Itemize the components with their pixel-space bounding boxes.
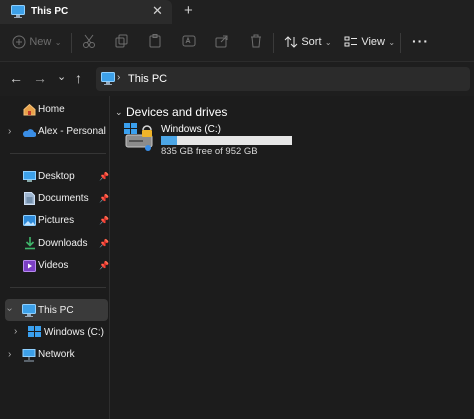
separator [273, 33, 274, 53]
sort-button[interactable]: Sort ⌄ [284, 34, 332, 49]
breadcrumb-chevron-icon[interactable]: › [117, 72, 120, 83]
chevron-down-icon: ⌄ [54, 38, 62, 47]
group-collapse-chevron-icon[interactable]: ⌄ [115, 107, 123, 118]
view-button[interactable]: View ⌄ [344, 34, 395, 49]
divider [10, 153, 106, 154]
sort-icon [284, 36, 298, 48]
copy-icon[interactable] [115, 34, 129, 51]
drive-usage-fill [161, 136, 178, 145]
pin-icon[interactable]: 📌 [99, 194, 109, 203]
rename-icon[interactable] [182, 34, 196, 51]
pin-icon[interactable]: 📌 [99, 216, 109, 225]
this-pc-icon [22, 304, 36, 320]
home-icon [23, 103, 36, 119]
documents-icon [24, 192, 35, 208]
close-tab-icon[interactable]: ✕ [152, 3, 163, 19]
pictures-icon [23, 215, 36, 229]
sidebar-item-network[interactable]: Network [38, 349, 75, 360]
tab-title: This PC [31, 6, 69, 17]
pin-icon[interactable]: 📌 [99, 172, 109, 181]
view-label: View [361, 36, 385, 48]
view-icon [344, 36, 357, 47]
new-button[interactable]: New ⌄ [12, 34, 61, 49]
network-icon [22, 349, 36, 365]
more-options-icon[interactable]: ··· [412, 33, 429, 49]
back-arrow-icon[interactable]: ← [9, 70, 23, 86]
windows-drive-icon [28, 326, 42, 341]
sidebar-item-documents[interactable]: Documents [38, 193, 89, 204]
new-tab-icon[interactable]: + [184, 2, 193, 19]
tab-this-pc[interactable] [0, 0, 172, 24]
sidebar-item-videos[interactable]: Videos [38, 260, 68, 271]
sidebar-item-home[interactable]: Home [38, 104, 65, 115]
sidebar-item-pictures[interactable]: Pictures [38, 215, 74, 226]
sort-label: Sort [301, 36, 322, 48]
pin-icon[interactable]: 📌 [99, 261, 109, 270]
pin-icon[interactable]: 📌 [99, 239, 109, 248]
sidebar-item-this-pc[interactable]: This PC [38, 305, 74, 316]
downloads-icon [24, 237, 36, 253]
windows-drive-icon [124, 123, 158, 156]
expand-chevron-icon[interactable]: › [8, 349, 11, 360]
sidebar-item-desktop[interactable]: Desktop [38, 171, 75, 182]
sidebar-item-windows-c[interactable]: Windows (C:) [44, 327, 104, 338]
cut-icon[interactable] [82, 34, 96, 51]
forward-arrow-icon[interactable]: → [33, 70, 47, 86]
divider [10, 287, 106, 288]
separator [400, 33, 401, 53]
new-label: New [29, 36, 52, 48]
desktop-icon [23, 171, 36, 185]
sidebar-item-onedrive[interactable]: Alex - Personal [38, 126, 106, 137]
chevron-down-icon: ⌄ [324, 38, 332, 47]
expand-chevron-icon[interactable]: › [8, 126, 11, 137]
recent-locations-chevron-icon[interactable]: ⌄ [57, 70, 66, 83]
navigation-pane [0, 96, 110, 419]
drive-name[interactable]: Windows (C:) [161, 124, 221, 135]
drive-space-info: 835 GB free of 952 GB [161, 146, 258, 157]
paste-icon[interactable] [148, 34, 162, 51]
onedrive-icon [22, 127, 37, 141]
this-pc-icon [101, 72, 115, 88]
delete-icon[interactable] [249, 34, 263, 51]
chevron-down-icon: ⌄ [388, 38, 396, 47]
breadcrumb[interactable]: This PC [128, 73, 167, 85]
this-pc-icon [11, 5, 25, 21]
drive-usage-bar [161, 136, 292, 145]
separator [71, 33, 72, 53]
videos-icon [23, 260, 36, 275]
collapse-chevron-icon[interactable]: › [4, 308, 15, 311]
share-icon[interactable] [215, 34, 229, 51]
section-devices-and-drives[interactable]: Devices and drives [126, 105, 227, 119]
sidebar-item-downloads[interactable]: Downloads [38, 238, 87, 249]
expand-chevron-icon[interactable]: › [14, 326, 17, 337]
up-arrow-icon[interactable]: ↑ [75, 70, 82, 86]
